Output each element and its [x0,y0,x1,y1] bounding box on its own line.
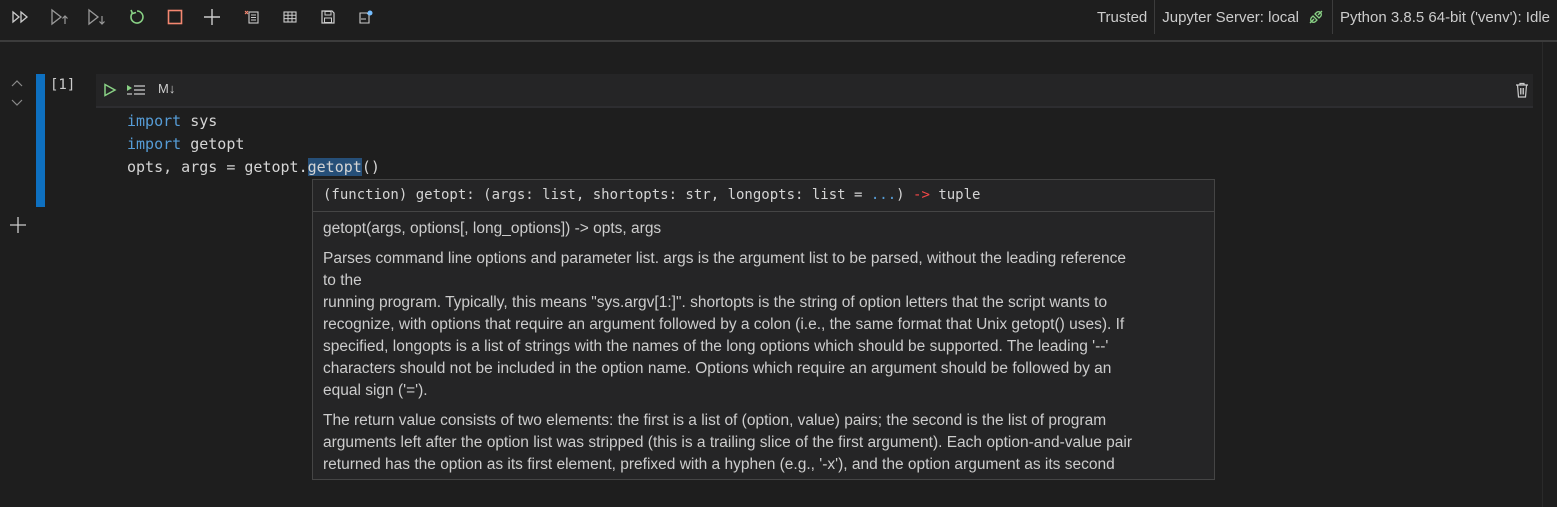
signature-text: ) [896,187,914,203]
signature-return-arrow: -> [913,187,930,203]
doc-line: recognize, with options that require an … [323,316,1125,333]
add-cell-icon [204,9,220,25]
hover-tooltip: (function) getopt: (args: list, shortopt… [312,179,1215,480]
execution-count: [1] [50,77,76,93]
doc-line: to the [323,272,362,289]
doc-line: characters should not be included in the… [323,360,1112,377]
keyword-import: import [127,135,182,153]
clear-outputs-button[interactable] [241,6,263,28]
run-cell-icon[interactable] [103,83,117,97]
add-cell-button[interactable] [201,6,223,28]
plus-icon [10,217,26,233]
run-below-button[interactable] [86,6,108,28]
run-all-button[interactable] [10,6,32,28]
highlighted-symbol: getopt [307,158,362,176]
run-above-button[interactable] [49,6,71,28]
add-cell-below-button[interactable] [8,215,28,239]
doc-line: equal sign ('='). [323,382,428,399]
variables-icon [283,11,297,23]
clear-outputs-icon [244,10,259,24]
jupyter-server-label: Jupyter Server: local [1162,8,1299,26]
doc-line: running program. Typically, this means "… [323,294,1108,311]
kernel-status-area: Trusted Jupyter Server: local Python 3.8… [1090,0,1557,34]
doc-line: specified, longopts is a list of strings… [323,338,1109,355]
docstring-paragraph: The return value consists of two element… [323,410,1203,476]
code-text: getopt [181,135,245,153]
variables-button[interactable] [279,6,301,28]
code-text: opts, args = getopt. [127,158,308,176]
usage-line: getopt(args, options[, long_options]) ->… [323,220,662,237]
trusted-status[interactable]: Trusted [1090,0,1154,34]
cell-focus-indicator [36,74,45,207]
jupyter-server-status[interactable]: Jupyter Server: local [1155,0,1332,34]
code-text: sys [181,112,218,130]
kernel-selector[interactable]: Python 3.8.5 64-bit ('venv'): Idle [1333,0,1557,34]
docstring-paragraph: Parses command line options and paramete… [323,248,1203,402]
interrupt-kernel-icon [167,9,183,25]
doc-line: returned has the option as its first ele… [323,456,1115,473]
restart-kernel-button[interactable] [126,6,148,28]
export-button[interactable] [355,6,377,28]
move-cell-up-icon[interactable] [10,78,24,88]
code-line: import sys [127,110,380,133]
export-icon [359,10,373,24]
code-line: import getopt [127,133,380,156]
run-above-icon [51,8,68,26]
run-below-icon [88,8,105,26]
signature-return-type: tuple [929,187,981,203]
docstring: getopt(args, options[, long_options]) ->… [323,218,1203,479]
doc-line: The return value consists of two element… [323,412,1107,429]
toolbar-divider [0,40,1557,42]
restart-kernel-icon [130,9,144,24]
keyword-import: import [127,112,182,130]
markdown-toggle-button[interactable]: M↓ [158,81,175,96]
run-all-icon [12,10,29,24]
save-icon [321,10,335,24]
vertical-scrollbar[interactable] [1542,42,1557,507]
signature-text: (function) getopt: (args: list, shortopt… [323,187,871,203]
function-signature: (function) getopt: (args: list, shortopt… [323,187,980,203]
move-cell-down-icon[interactable] [10,98,24,108]
delete-cell-icon[interactable] [1515,82,1529,98]
cell-move-controls [10,78,24,108]
code-editor[interactable]: import sys import getopt opts, args = geto… [127,110,380,179]
connected-plug-icon [1309,10,1323,24]
interrupt-kernel-button[interactable] [164,6,186,28]
cell-toolbar: M↓ [96,74,1533,108]
doc-line: arguments left after the option list was… [323,434,1132,451]
signature-default-value: ... [870,187,897,203]
tooltip-divider [313,211,1214,212]
notebook-toolbar: Trusted Jupyter Server: local Python 3.8… [0,0,1557,34]
run-by-line-icon[interactable] [126,83,146,97]
save-button[interactable] [317,6,339,28]
code-text: () [361,158,380,176]
code-line: opts, args = getopt.getopt() [127,156,380,179]
doc-line: Parses command line options and paramete… [323,250,1126,267]
